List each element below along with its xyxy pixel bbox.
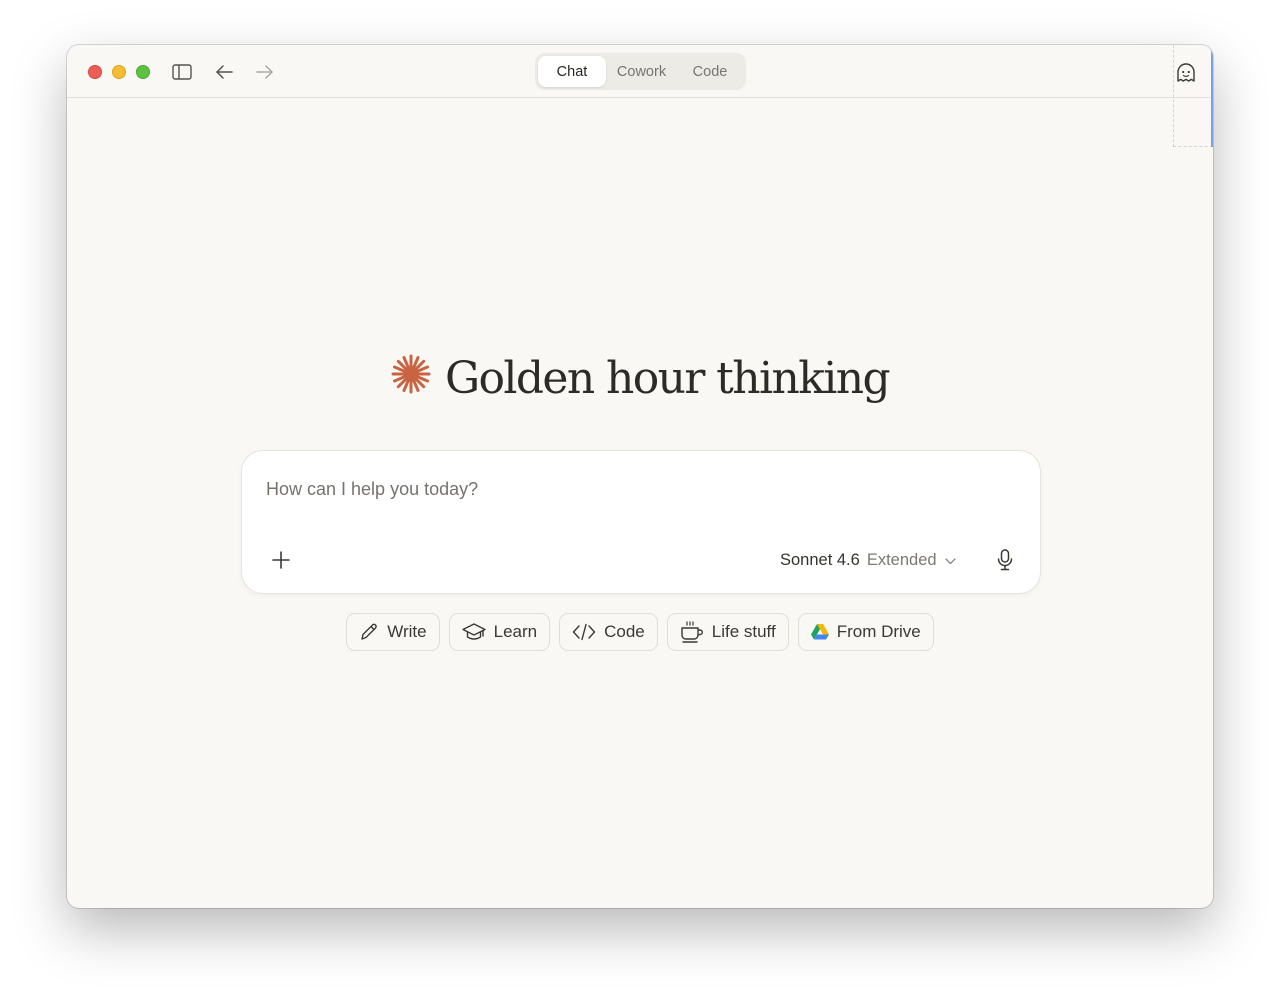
message-input[interactable] bbox=[266, 479, 966, 500]
code-icon bbox=[572, 623, 596, 641]
page-title: Golden hour thinking bbox=[444, 352, 891, 404]
close-window-button[interactable] bbox=[88, 65, 102, 79]
back-arrow-icon[interactable] bbox=[213, 61, 235, 83]
minimize-window-button[interactable] bbox=[112, 65, 126, 79]
coffee-cup-icon bbox=[680, 621, 704, 643]
sparkle-icon bbox=[391, 354, 431, 399]
pencil-icon bbox=[359, 622, 379, 642]
chip-label: Write bbox=[387, 622, 427, 641]
code-chip[interactable]: Code bbox=[559, 613, 658, 651]
from-drive-chip[interactable]: From Drive bbox=[797, 613, 934, 651]
hero-greeting: Golden hour thinking bbox=[67, 345, 1213, 411]
google-drive-icon bbox=[810, 624, 829, 640]
microphone-icon bbox=[997, 549, 1013, 571]
voice-input-button[interactable] bbox=[994, 547, 1016, 573]
chip-label: From Drive bbox=[836, 622, 921, 641]
sidebar-toggle-icon[interactable] bbox=[171, 61, 193, 83]
maximize-window-button[interactable] bbox=[136, 65, 150, 79]
ghost-icon[interactable] bbox=[1175, 62, 1197, 89]
chip-label: Life stuff bbox=[711, 622, 776, 641]
learn-chip[interactable]: Learn bbox=[448, 613, 551, 651]
tab-chat[interactable]: Chat bbox=[538, 56, 606, 87]
chevron-down-icon bbox=[944, 551, 956, 570]
tab-code[interactable]: Code bbox=[677, 56, 743, 87]
life-stuff-chip[interactable]: Life stuff bbox=[666, 613, 789, 651]
title-bar: Chat Cowork Code bbox=[67, 45, 1213, 147]
chip-label: Code bbox=[604, 622, 645, 641]
forward-arrow-icon[interactable] bbox=[254, 61, 276, 83]
model-name: Sonnet 4.6 bbox=[780, 550, 860, 569]
graduation-cap-icon bbox=[461, 622, 486, 642]
chat-composer: Sonnet 4.6 Extended bbox=[241, 450, 1041, 594]
mode-switcher: Chat Cowork Code bbox=[535, 53, 746, 90]
chip-label: Learn bbox=[493, 622, 538, 641]
write-chip[interactable]: Write bbox=[346, 613, 440, 651]
tab-cowork[interactable]: Cowork bbox=[606, 56, 677, 87]
ghost-panel-edge bbox=[1173, 45, 1213, 147]
add-attachment-button[interactable] bbox=[268, 547, 294, 573]
plus-icon bbox=[272, 551, 290, 569]
app-window: Chat Cowork Code Golden hour thinking Ho… bbox=[67, 45, 1213, 908]
suggestion-chips: Write Learn Code Life stuff From Drive bbox=[67, 613, 1213, 653]
model-selector[interactable]: Sonnet 4.6 Extended bbox=[780, 547, 956, 573]
model-mode: Extended bbox=[866, 550, 937, 569]
